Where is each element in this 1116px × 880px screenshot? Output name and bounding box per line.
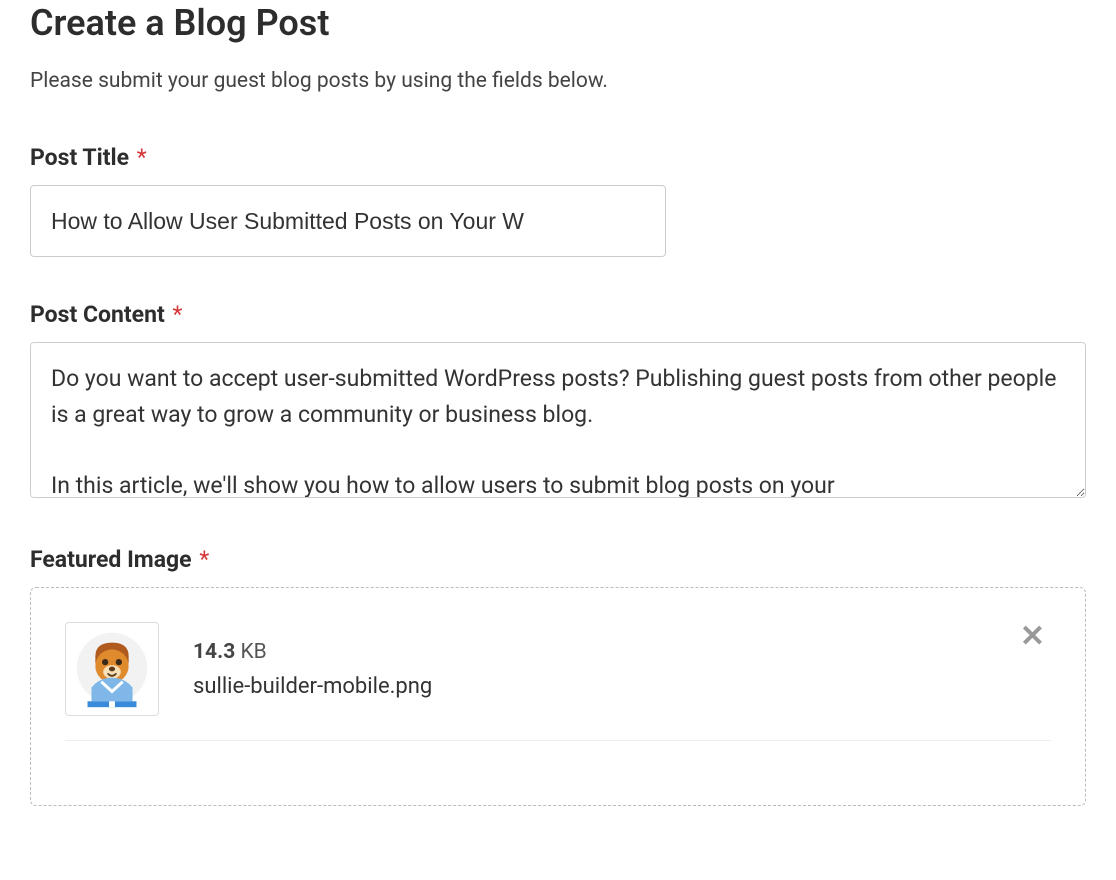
file-entry: 14.3 KB sullie-builder-mobile.png ✕: [65, 622, 1051, 741]
post-content-label: Post Content *: [30, 301, 1086, 328]
file-size: 14.3 KB: [193, 640, 980, 664]
file-thumbnail: [65, 622, 159, 716]
post-content-textarea[interactable]: Do you want to accept user-submitted Wor…: [30, 342, 1086, 498]
required-asterisk: *: [199, 546, 209, 573]
thumbnail-icon: [66, 623, 158, 715]
file-name: sullie-builder-mobile.png: [193, 674, 980, 699]
post-content-label-text: Post Content: [30, 301, 165, 328]
required-asterisk: *: [137, 144, 147, 171]
form-description: Please submit your guest blog posts by u…: [30, 67, 1086, 96]
post-title-input[interactable]: [30, 185, 666, 257]
post-content-field: Post Content * Do you want to accept use…: [30, 301, 1086, 502]
featured-image-field: Featured Image *: [30, 546, 1086, 806]
file-dropzone[interactable]: 14.3 KB sullie-builder-mobile.png ✕: [30, 587, 1086, 806]
file-meta: 14.3 KB sullie-builder-mobile.png: [193, 640, 980, 699]
featured-image-label: Featured Image *: [30, 546, 1086, 573]
file-remove-button[interactable]: ✕: [1014, 622, 1051, 652]
form-title: Create a Blog Post: [30, 0, 1086, 47]
required-asterisk: *: [173, 301, 183, 328]
post-title-label: Post Title *: [30, 144, 1086, 171]
file-size-unit: KB: [240, 640, 266, 664]
post-title-field: Post Title *: [30, 144, 1086, 257]
blog-post-form: Create a Blog Post Please submit your gu…: [0, 0, 1116, 880]
featured-image-label-text: Featured Image: [30, 546, 192, 573]
post-title-label-text: Post Title: [30, 144, 129, 171]
file-size-value: 14.3: [193, 640, 235, 664]
